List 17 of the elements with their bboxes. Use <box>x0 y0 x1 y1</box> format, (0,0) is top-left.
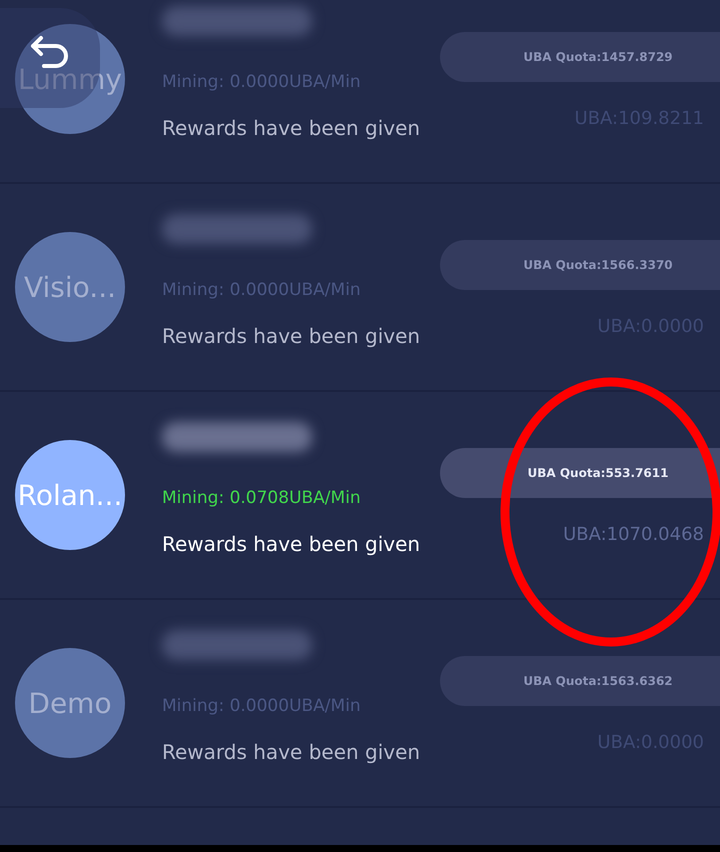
reward-status: Rewards have been given <box>162 116 420 140</box>
balance-label: UBA:1070.0468 <box>563 524 704 545</box>
avatar-label: Rolan... <box>18 478 122 512</box>
quota-label: UBA Quota:1457.8729 <box>523 50 673 64</box>
quota-label: UBA Quota:1563.6362 <box>523 674 673 688</box>
avatar-label: Lummy <box>18 62 122 96</box>
reward-status: Rewards have been given <box>162 740 420 764</box>
quota-label: UBA Quota:1566.3370 <box>523 258 673 272</box>
reward-status: Rewards have been given <box>162 532 420 556</box>
mining-rate: Mining: 0.0708UBA/Min <box>162 488 362 508</box>
mining-rate: Mining: 0.0000UBA/Min <box>162 72 362 92</box>
mining-rate: Mining: 0.0000UBA/Min <box>162 280 362 300</box>
reward-status: Rewards have been given <box>162 324 420 348</box>
avatar-label: Demo <box>28 686 112 720</box>
quota-label: UBA Quota:553.7611 <box>528 466 668 480</box>
mining-rate: Mining: 0.0000UBA/Min <box>162 696 362 716</box>
avatar-label: Visio... <box>24 270 116 304</box>
